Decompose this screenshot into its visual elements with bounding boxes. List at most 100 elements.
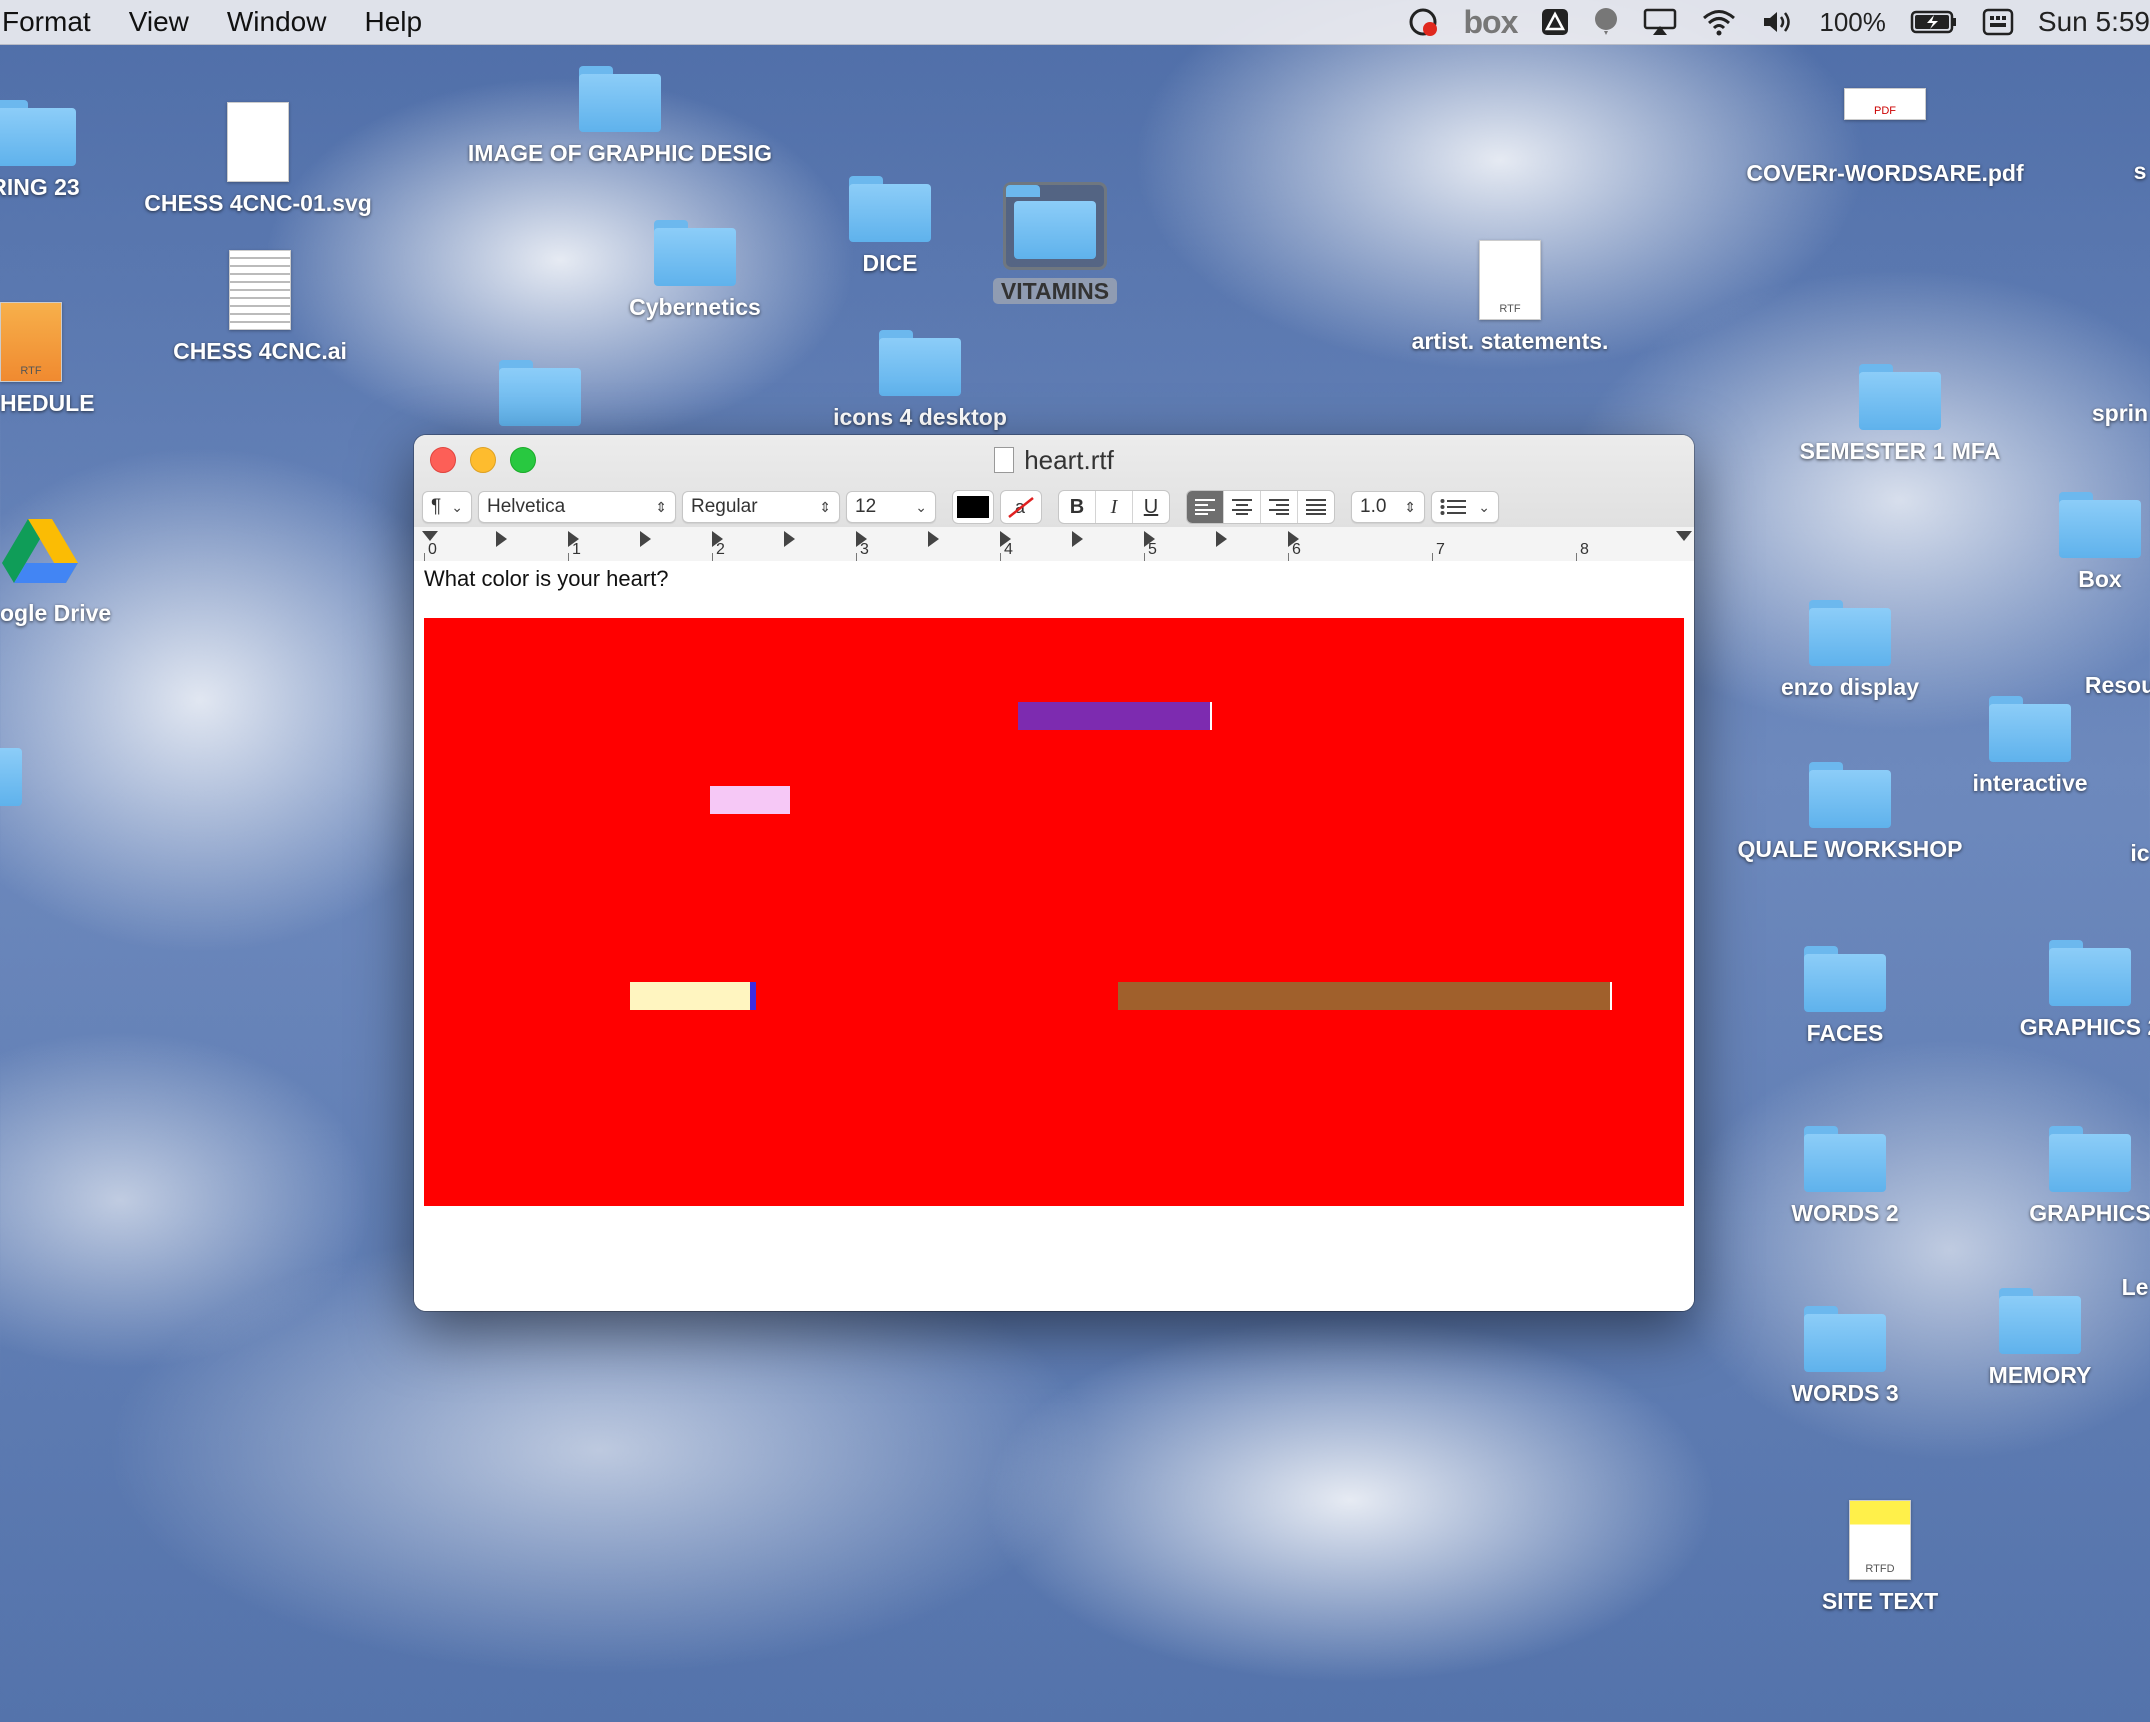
airplay-icon[interactable] <box>1643 8 1677 36</box>
tab-stop-icon[interactable] <box>496 531 507 547</box>
desktop-folder-dice[interactable]: DICE <box>800 176 980 277</box>
menu-format[interactable]: Format <box>2 6 91 38</box>
desktop-folder-icons-4-desktop[interactable]: icons 4 desktop <box>780 330 1060 431</box>
document-body[interactable]: What color is your heart? <box>414 561 1694 1311</box>
desktop-label: artist. statements. <box>1411 328 1609 354</box>
desktop-folder-unlabeled[interactable] <box>460 360 620 426</box>
tab-stop-icon[interactable] <box>1072 531 1083 547</box>
box-status-icon[interactable]: box <box>1464 4 1519 41</box>
menu-window[interactable]: Window <box>227 6 327 38</box>
window-titlebar[interactable]: heart.rtf ¶⌄ Helvetica⇕ Regular⇕ 12⌄ a B… <box>414 435 1694 562</box>
desktop-folder-graphics-2[interactable]: GRAPHICS 2 <box>1990 940 2150 1041</box>
document-text[interactable]: What color is your heart? <box>424 566 669 592</box>
ruler[interactable]: 0 1 2 3 4 5 6 7 8 <box>414 527 1694 561</box>
desktop-folder-words-3[interactable]: WORDS 3 <box>1750 1306 1940 1407</box>
desktop-file-cover-pdf[interactable]: PDF COVERr-WORDSARE.pdf <box>1720 82 2050 187</box>
desktop-folder-resources[interactable]: Resou <box>2080 664 2150 699</box>
desktop-file-chess-svg[interactable]: CHESS 4CNC-01.svg <box>128 102 388 217</box>
keyboard-viewer-icon[interactable] <box>1982 8 2014 36</box>
desktop-folder-vitamins[interactable]: VITAMINS <box>960 182 1150 305</box>
wifi-icon[interactable] <box>1701 8 1737 36</box>
ruler-tick <box>1432 553 1433 561</box>
tab-stop-icon[interactable] <box>1216 531 1227 547</box>
font-style-select[interactable]: Regular ⇕ <box>682 491 840 523</box>
desktop-label: enzo display <box>1780 674 1920 700</box>
font-family-select[interactable]: Helvetica ⇕ <box>478 491 676 523</box>
desktop-folder-enzo-display[interactable]: enzo display <box>1730 600 1970 701</box>
italic-button[interactable]: I <box>1096 491 1133 523</box>
desktop-folder-faces[interactable]: FACES <box>1760 946 1930 1047</box>
battery-icon[interactable] <box>1910 9 1958 35</box>
desktop-folder-memory[interactable]: MEMORY <box>1930 1288 2150 1389</box>
folder-icon <box>1859 364 1941 430</box>
desktop-file-site-text[interactable]: RTFD SITE TEXT <box>1780 1500 1980 1615</box>
file-type-tag: RTF <box>20 365 42 377</box>
align-center-button[interactable] <box>1224 491 1261 523</box>
tab-stop-icon[interactable] <box>784 531 795 547</box>
underline-button[interactable]: U <box>1133 491 1169 523</box>
desktop-label: DICE <box>862 250 918 276</box>
ruler-tick <box>1576 553 1577 561</box>
ruler-number: 1 <box>572 541 581 558</box>
line-spacing-select[interactable]: 1.0 ⇕ <box>1351 491 1425 523</box>
desktop-folder-quale-workshop[interactable]: QUALE WORKSHOP <box>1700 762 2000 863</box>
desktop-folder-ring-23[interactable]: RING 23 <box>0 100 110 201</box>
desktop-folder-partial-ic[interactable]: ic <box>2120 832 2150 867</box>
desktop-file-artist-statements[interactable]: RTF artist. statements. <box>1370 240 1650 355</box>
desktop-folder-cybernetics[interactable]: Cybernetics <box>560 220 830 321</box>
file-type-tag: RTFD <box>1865 1563 1895 1575</box>
bold-button[interactable]: B <box>1059 491 1096 523</box>
right-margin-marker-icon[interactable] <box>1676 531 1692 541</box>
volume-icon[interactable] <box>1761 8 1795 36</box>
chevron-down-icon: ⌄ <box>451 498 463 515</box>
tab-stop-icon[interactable] <box>640 531 651 547</box>
desktop-folder-graphics[interactable]: GRAPHICS <box>1990 1126 2150 1227</box>
desktop-label: WORDS 2 <box>1791 1200 1899 1226</box>
align-right-button[interactable] <box>1261 491 1298 523</box>
menu-help[interactable]: Help <box>364 6 422 38</box>
highlight-color-swatch[interactable]: a <box>1000 490 1042 524</box>
alignment-buttons <box>1186 490 1335 524</box>
folder-icon <box>1999 1288 2081 1354</box>
desktop-label: CHESS 4CNC.ai <box>173 338 347 364</box>
menu-view[interactable]: View <box>129 6 189 38</box>
desktop-folder-partial-e[interactable]: E <box>0 740 22 841</box>
document-icon <box>994 447 1015 473</box>
battery-percent[interactable]: 100% <box>1819 7 1886 38</box>
desktop-label: HEDULE <box>0 390 95 416</box>
desktop-label: ic <box>2130 840 2150 866</box>
pdf-file-icon: PDF <box>1844 88 1926 120</box>
desktop-file-schedule[interactable]: RTF HEDULE <box>0 302 100 417</box>
desktop-folder-spring[interactable]: sprin <box>2080 392 2150 427</box>
tab-stop-icon[interactable] <box>928 531 939 547</box>
clock[interactable]: Sun 5:59 <box>2038 6 2150 38</box>
desktop-folder-semester-1-mfa[interactable]: SEMESTER 1 MFA <box>1750 364 2050 465</box>
format-toolbar: ¶⌄ Helvetica⇕ Regular⇕ 12⌄ a B I U <box>422 490 1499 524</box>
list-bullets-button[interactable]: ⌄ <box>1431 491 1499 523</box>
desktop-item-partial-s[interactable]: s <box>2120 150 2150 185</box>
creative-cloud-icon[interactable] <box>1406 7 1440 37</box>
justify-icon <box>1306 499 1326 515</box>
justify-button[interactable] <box>1298 491 1334 523</box>
text-color-swatch[interactable] <box>952 490 994 524</box>
folder-icon <box>2049 940 2131 1006</box>
desktop-app-google-drive[interactable]: ogle Drive <box>0 515 130 627</box>
folder-icon <box>654 220 736 286</box>
google-drive-status-icon[interactable] <box>1541 8 1569 36</box>
desktop-file-chess-ai[interactable]: CHESS 4CNC.ai <box>140 250 380 365</box>
desktop-folder-image-of-graphic-design[interactable]: IMAGE OF GRAPHIC DESIG <box>440 66 800 167</box>
desktop-folder-box[interactable]: Box <box>2040 492 2150 593</box>
folder-icon <box>1809 762 1891 828</box>
paragraph-styles-button[interactable]: ¶ ⌄ <box>422 491 472 523</box>
align-right-icon <box>1269 499 1289 515</box>
align-left-button[interactable] <box>1187 491 1224 523</box>
brown-block <box>1118 982 1612 1010</box>
indent-marker-icon[interactable] <box>422 531 438 541</box>
ruler-tick <box>1288 553 1289 561</box>
desktop-label: RING 23 <box>0 174 80 200</box>
font-size-combo[interactable]: 12 ⌄ <box>846 491 936 523</box>
balloon-icon[interactable] <box>1593 7 1619 37</box>
folder-icon <box>2049 1126 2131 1192</box>
ruler-tick <box>424 553 425 561</box>
desktop-folder-words-2[interactable]: WORDS 2 <box>1760 1126 1930 1227</box>
